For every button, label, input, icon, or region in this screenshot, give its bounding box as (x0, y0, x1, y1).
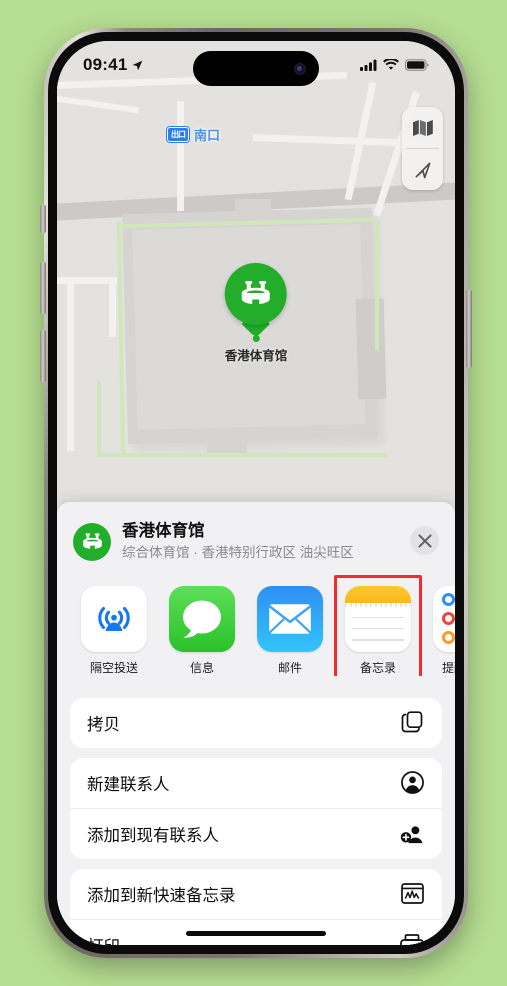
map-controls (402, 107, 443, 190)
action-label: 打印 (87, 933, 120, 945)
folded-map-icon (412, 119, 433, 136)
action-label: 新建联系人 (87, 775, 170, 794)
page-subtitle: 综合体育馆 · 香港特别行政区 油尖旺区 (122, 544, 354, 560)
action-card: 拷贝 (70, 697, 442, 748)
printer-icon (399, 932, 425, 945)
share-app-row[interactable]: 隔空投送 信息 邮件 备忘录 提 (57, 563, 455, 676)
front-camera-icon (294, 62, 306, 75)
reminders-icon (433, 585, 455, 652)
share-app-mail[interactable]: 邮件 (257, 585, 323, 676)
share-action-list: 拷贝 新建联系人 添加到现有联系人 添加到新快速备忘录 (57, 697, 455, 945)
stadium-icon (82, 533, 102, 549)
share-app-label: 提醒事项 (441, 660, 455, 675)
messages-icon (169, 585, 235, 652)
mail-icon (257, 585, 323, 652)
doc-on-doc-icon (399, 710, 425, 736)
action-row-add-existing-contact[interactable]: 添加到现有联系人 (70, 807, 442, 859)
phone-screen: 出口 南口 香港体育馆 09:41 香港体育馆 综合体育馆 · 香港特别行政区 … (57, 41, 455, 945)
map-type-button[interactable] (402, 107, 443, 148)
navigation-arrow-icon (415, 162, 430, 178)
notes-icon (345, 585, 411, 652)
action-card: 新建联系人 添加到现有联系人 (70, 757, 442, 859)
cellular-bars-icon (360, 59, 377, 71)
share-app-notes[interactable]: 备忘录 (334, 574, 422, 676)
pin-shape (224, 263, 287, 325)
share-sheet: 香港体育馆 综合体育馆 · 香港特别行政区 油尖旺区 隔空投送 信息 邮件 备忘… (57, 502, 455, 945)
share-app-label: 邮件 (277, 660, 302, 675)
action-row-new-contact[interactable]: 新建联系人 (70, 758, 442, 808)
person-badge-plus-icon (399, 821, 425, 847)
action-row-quick-note[interactable]: 添加到新快速备忘录 (70, 869, 442, 919)
status-icons (360, 59, 429, 71)
pin-label: 香港体育馆 (224, 349, 288, 363)
quick-note-icon (399, 881, 425, 907)
stadium-icon (241, 281, 270, 305)
location-arrow-icon (133, 60, 143, 70)
close-button[interactable] (410, 526, 439, 555)
action-label: 添加到现有联系人 (87, 826, 219, 845)
share-sheet-header: 香港体育馆 综合体育馆 · 香港特别行政区 油尖旺区 (57, 502, 455, 563)
home-indicator[interactable] (186, 931, 326, 936)
share-app-label: 信息 (189, 660, 214, 675)
close-icon (417, 533, 432, 548)
status-time-group: 09:41 (83, 55, 144, 75)
volume-down-button[interactable] (40, 330, 46, 382)
airdrop-icon (81, 585, 147, 652)
pin-head (224, 263, 287, 325)
share-app-messages[interactable]: 信息 (169, 585, 235, 676)
transit-exit-text: 南口 (194, 128, 221, 143)
screenshot-root: 出口 南口 香港体育馆 09:41 香港体育馆 综合体育馆 · 香港特别行政区 … (0, 0, 507, 986)
power-button[interactable] (466, 290, 472, 368)
pin-anchor-dot (252, 335, 260, 342)
action-row-copy[interactable]: 拷贝 (70, 698, 442, 748)
page-title: 香港体育馆 (122, 522, 205, 540)
locate-me-button[interactable] (402, 149, 443, 190)
map-place-pin[interactable]: 香港体育馆 (224, 263, 288, 364)
battery-full-icon (405, 59, 429, 71)
share-app-reminders[interactable]: 提醒事项 (433, 585, 455, 676)
action-label: 添加到新快速备忘录 (87, 886, 236, 905)
transit-exit-badge: 出口 (167, 127, 189, 142)
volume-up-button[interactable] (40, 262, 46, 314)
wifi-icon (383, 59, 399, 70)
share-app-airdrop[interactable]: 隔空投送 (81, 585, 147, 676)
share-sheet-titles: 香港体育馆 综合体育馆 · 香港特别行政区 油尖旺区 (111, 520, 410, 563)
action-label: 拷贝 (87, 715, 120, 734)
dynamic-island (193, 51, 319, 86)
avatar (73, 523, 111, 561)
share-app-label: 备忘录 (359, 660, 396, 675)
transit-exit-label[interactable]: 出口 南口 (167, 125, 220, 144)
status-time: 09:41 (83, 55, 128, 74)
mute-switch[interactable] (40, 205, 46, 233)
share-app-label: 隔空投送 (89, 660, 138, 675)
person-circle-icon (399, 770, 425, 796)
